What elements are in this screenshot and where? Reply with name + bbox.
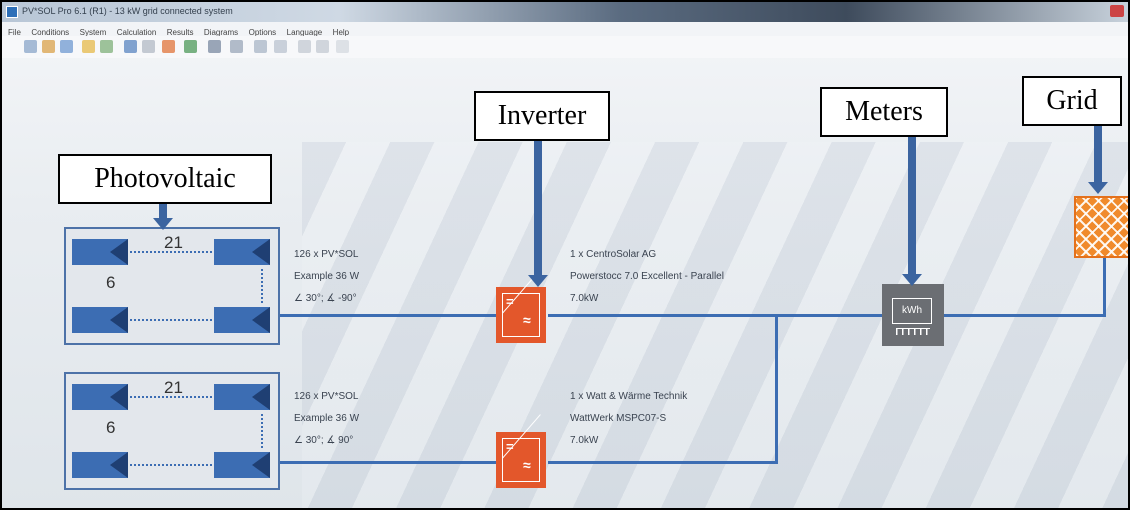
callout-photovoltaic: Photovoltaic <box>58 154 272 204</box>
pv-module <box>214 307 270 333</box>
sum-icon[interactable] <box>254 40 267 53</box>
dc-wire-1 <box>280 314 498 317</box>
callout-meters: Meters <box>820 87 948 137</box>
inverter-1-info: 1 x CentroSolar AG Powerstocc 7.0 Excell… <box>570 244 724 310</box>
window-title: PV*SOL Pro 6.1 (R1) - 13 kW grid connect… <box>22 6 233 16</box>
grid-icon[interactable] <box>1074 196 1128 258</box>
pv-array-2[interactable]: 21 6 <box>64 372 280 490</box>
meter[interactable]: kWh <box>882 284 944 346</box>
inverter-model: Powerstocc 7.0 Excellent - Parallel <box>570 271 724 282</box>
background-solar-panels <box>302 142 1128 508</box>
ac-wire-junction <box>775 314 778 464</box>
inverter-2[interactable]: = ≈ <box>496 414 546 488</box>
string-dots <box>261 269 263 303</box>
module-count-row: 21 <box>164 378 183 397</box>
pv-module <box>72 384 128 410</box>
pv-array-1[interactable]: 21 6 <box>64 227 280 345</box>
dc-wire-2 <box>280 461 498 464</box>
arrowhead-meters <box>902 274 922 286</box>
pv-module <box>72 239 128 265</box>
string-count: 6 <box>106 273 116 292</box>
meter-display: kWh <box>892 298 932 324</box>
app-window: PV*SOL Pro 6.1 (R1) - 13 kW grid connect… <box>0 0 1130 510</box>
arrow-grid <box>1094 126 1102 184</box>
ac-symbol: ≈ <box>523 457 531 473</box>
inverter-model: WattWerk MSPC07-S <box>570 413 667 424</box>
open-icon[interactable] <box>42 40 55 53</box>
pv-module <box>214 239 270 265</box>
array-module-type: Example 36 W <box>294 271 360 282</box>
inverter-tool-icon[interactable] <box>162 40 175 53</box>
array-orientation: ∠ 30°; ∡ 90° <box>294 435 354 446</box>
string-dots <box>130 464 212 466</box>
new-icon[interactable] <box>24 40 37 53</box>
inverter-manufacturer: 1 x Watt & Wärme Technik <box>570 391 688 402</box>
inverter-power: 7.0kW <box>570 435 599 446</box>
dc-symbol: = <box>506 294 514 309</box>
array-2-info: 126 x PV*SOL Example 36 W ∠ 30°; ∡ 90° <box>294 386 359 452</box>
string-count: 6 <box>106 418 116 437</box>
array-1-info: 126 x PV*SOL Example 36 W ∠ 30°; ∡ -90° <box>294 244 359 310</box>
arrowhead-photovoltaic <box>153 218 173 230</box>
calculate-icon[interactable] <box>208 40 221 53</box>
arrowhead-grid <box>1088 182 1108 194</box>
edit-icon[interactable] <box>298 40 311 53</box>
shade-icon[interactable] <box>142 40 155 53</box>
pen-icon[interactable] <box>316 40 329 53</box>
ac-wire-main <box>548 314 882 317</box>
pv-module <box>72 307 128 333</box>
grid-wire-up <box>1103 258 1106 317</box>
callout-inverter: Inverter <box>474 91 610 141</box>
save-icon[interactable] <box>60 40 73 53</box>
euro-icon[interactable] <box>230 40 243 53</box>
inverter-2-info: 1 x Watt & Wärme Technik WattWerk MSPC07… <box>570 386 687 452</box>
app-icon <box>6 6 18 18</box>
help-icon[interactable] <box>336 40 349 53</box>
chart-icon[interactable] <box>274 40 287 53</box>
close-icon[interactable] <box>1110 5 1124 17</box>
menu-bar: File Conditions System Calculation Resul… <box>2 22 1128 37</box>
callout-grid: Grid <box>1022 76 1122 126</box>
arrow-meters <box>908 137 916 277</box>
meter-ticks <box>896 328 930 335</box>
dc-symbol: = <box>506 439 514 454</box>
pv-module <box>72 452 128 478</box>
sun-icon[interactable] <box>82 40 95 53</box>
inverter-power: 7.0kW <box>570 293 599 304</box>
pv-module <box>214 384 270 410</box>
arrowhead-inverter <box>528 275 548 287</box>
string-dots <box>130 319 212 321</box>
ac-wire-2 <box>548 461 778 464</box>
cable-icon[interactable] <box>184 40 197 53</box>
title-bar: PV*SOL Pro 6.1 (R1) - 13 kW grid connect… <box>2 2 1128 22</box>
inverter-1[interactable]: = ≈ <box>496 269 546 343</box>
inverter-manufacturer: 1 x CentroSolar AG <box>570 249 657 260</box>
array-module-type: Example 36 W <box>294 413 360 424</box>
grid-wire <box>944 314 1106 317</box>
module-count-row: 21 <box>164 233 183 252</box>
toolbar <box>2 36 1128 58</box>
arrow-inverter <box>534 141 542 277</box>
pv-module <box>214 452 270 478</box>
array-orientation: ∠ 30°; ∡ -90° <box>294 293 357 304</box>
location-icon[interactable] <box>100 40 113 53</box>
ac-symbol: ≈ <box>523 312 531 328</box>
string-dots <box>261 414 263 448</box>
module-icon[interactable] <box>124 40 137 53</box>
array-module-count: 126 x PV*SOL <box>294 391 359 402</box>
array-module-count: 126 x PV*SOL <box>294 249 359 260</box>
